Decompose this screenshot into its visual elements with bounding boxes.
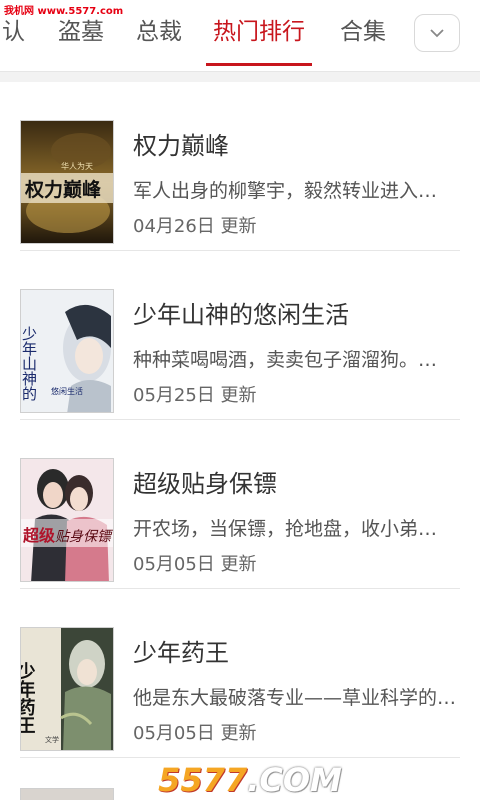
book-description: 军人出身的柳擎宇，毅然转业进入… — [133, 180, 438, 202]
tab-heji[interactable]: 合集 — [340, 14, 386, 50]
cover-author: 华人为天 — [61, 161, 93, 171]
tab-hot-ranking[interactable]: 热门排行 — [213, 14, 305, 50]
book-update-date: 05月05日 更新 — [133, 554, 257, 575]
bottom-watermark: 5577 .COM — [158, 760, 342, 800]
book-cover[interactable]: 少年山神的 悠闲生活 — [20, 289, 114, 413]
book-cover[interactable]: 少年药王 文学 — [20, 627, 114, 751]
list-item[interactable]: 权力巅峰 华人为天 权力巅峰 军人出身的柳擎宇，毅然转业进入… 04月26日 更… — [20, 82, 460, 251]
book-update-date: 05月05日 更新 — [133, 723, 257, 744]
cover-title: 权力巅峰 — [24, 178, 102, 201]
book-update-date: 04月26日 更新 — [133, 216, 257, 237]
book-title[interactable]: 少年药王 — [133, 633, 229, 668]
active-tab-indicator — [206, 63, 312, 66]
header-divider — [0, 72, 480, 82]
watermark-number: 5577 — [158, 761, 248, 799]
chevron-down-icon — [430, 28, 444, 37]
book-description: 种种菜喝喝酒，卖卖包子溜溜狗。… — [133, 349, 438, 371]
cover-subtitle: 悠闲生活 — [51, 386, 83, 396]
cover-title: 超级 — [22, 526, 56, 545]
watermark-top: 我机网 www.5577.com — [4, 6, 124, 17]
book-description: 开农场，当保镖，抢地盘，收小弟… — [133, 518, 438, 540]
tab-partial[interactable]: 认 — [2, 14, 25, 50]
book-title[interactable]: 少年山神的悠闲生活 — [133, 295, 349, 330]
book-cover[interactable]: 权力巅峰 华人为天 — [20, 120, 114, 244]
cover-subtitle: 文学 — [45, 735, 59, 744]
tab-daomu[interactable]: 盗墓 — [58, 14, 104, 50]
book-description: 他是东大最破落专业——草业科学的… — [133, 687, 457, 709]
book-cover[interactable]: 超级 贴身保镖 — [20, 458, 114, 582]
watermark-domain: .COM — [247, 761, 342, 799]
book-update-date: 05月25日 更新 — [133, 385, 257, 406]
list-item[interactable]: 少年山神的 悠闲生活 少年山神的悠闲生活 种种菜喝喝酒，卖卖包子溜溜狗。… 05… — [20, 251, 460, 420]
cover-title: 少年药王 — [21, 662, 37, 734]
book-title[interactable]: 超级贴身保镖 — [133, 464, 277, 499]
book-title[interactable]: 权力巅峰 — [133, 126, 229, 161]
book-cover-partial[interactable] — [20, 788, 114, 800]
cover-title: 少年山神的 — [21, 326, 38, 402]
cover-subtitle: 贴身保镖 — [55, 529, 114, 545]
list-item[interactable]: 少年药王 文学 少年药王 他是东大最破落专业——草业科学的… 05月05日 更新 — [20, 589, 460, 758]
list-item[interactable]: 超级 贴身保镖 超级贴身保镖 开农场，当保镖，抢地盘，收小弟… 05月05日 更… — [20, 420, 460, 589]
tab-zongcai[interactable]: 总裁 — [136, 14, 182, 50]
more-tabs-button[interactable] — [414, 14, 460, 52]
